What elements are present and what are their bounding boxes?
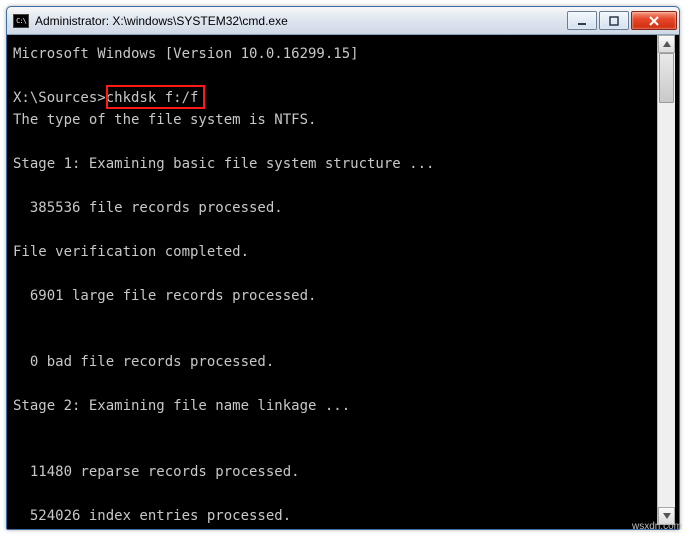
terminal-line: 524026 index entries processed.: [13, 505, 655, 525]
maximize-icon: [609, 16, 619, 26]
vertical-scrollbar[interactable]: [657, 35, 675, 525]
minimize-button[interactable]: [567, 11, 597, 30]
terminal-line: The type of the file system is NTFS.: [13, 109, 655, 131]
close-button[interactable]: [631, 11, 677, 30]
window-title: Administrator: X:\windows\SYSTEM32\cmd.e…: [35, 14, 567, 28]
titlebar[interactable]: C:\ Administrator: X:\windows\SYSTEM32\c…: [7, 7, 679, 35]
terminal-line: X:\Sources>chkdsk f:/f: [13, 87, 655, 109]
terminal-line: [13, 175, 655, 197]
terminal-output[interactable]: Microsoft Windows [Version 10.0.16299.15…: [11, 35, 655, 525]
scrollbar-track[interactable]: [658, 53, 675, 507]
terminal-line: 6901 large file records processed.: [13, 285, 655, 307]
terminal-line: Microsoft Windows [Version 10.0.16299.15…: [13, 43, 655, 65]
watermark: wsxdn.com: [632, 521, 682, 532]
arrow-down-icon: [663, 513, 671, 519]
terminal-line: [13, 439, 655, 461]
terminal-line: Stage 2: Examining file name linkage ...: [13, 395, 655, 417]
cmd-icon: C:\: [13, 14, 29, 28]
terminal-line: [13, 131, 655, 153]
close-icon: [648, 16, 660, 26]
terminal-line: [13, 219, 655, 241]
terminal-line: [13, 307, 655, 329]
terminal-line: 11480 reparse records processed.: [13, 461, 655, 483]
maximize-button[interactable]: [599, 11, 629, 30]
cmd-window: C:\ Administrator: X:\windows\SYSTEM32\c…: [6, 6, 680, 530]
terminal-line: 385536 file records processed.: [13, 197, 655, 219]
scrollbar-thumb[interactable]: [659, 53, 674, 103]
terminal-line: [13, 373, 655, 395]
window-controls: [567, 11, 677, 30]
terminal-line: [13, 263, 655, 285]
arrow-up-icon: [663, 41, 671, 47]
scroll-up-button[interactable]: [658, 35, 675, 53]
terminal-line: [13, 329, 655, 351]
terminal-line: File verification completed.: [13, 241, 655, 263]
terminal-line: [13, 483, 655, 505]
terminal-line: [13, 65, 655, 87]
minimize-icon: [577, 16, 587, 26]
terminal-line: [13, 417, 655, 439]
terminal-line: Stage 1: Examining basic file system str…: [13, 153, 655, 175]
terminal-line: 0 bad file records processed.: [13, 351, 655, 373]
client-area: Microsoft Windows [Version 10.0.16299.15…: [11, 35, 675, 525]
